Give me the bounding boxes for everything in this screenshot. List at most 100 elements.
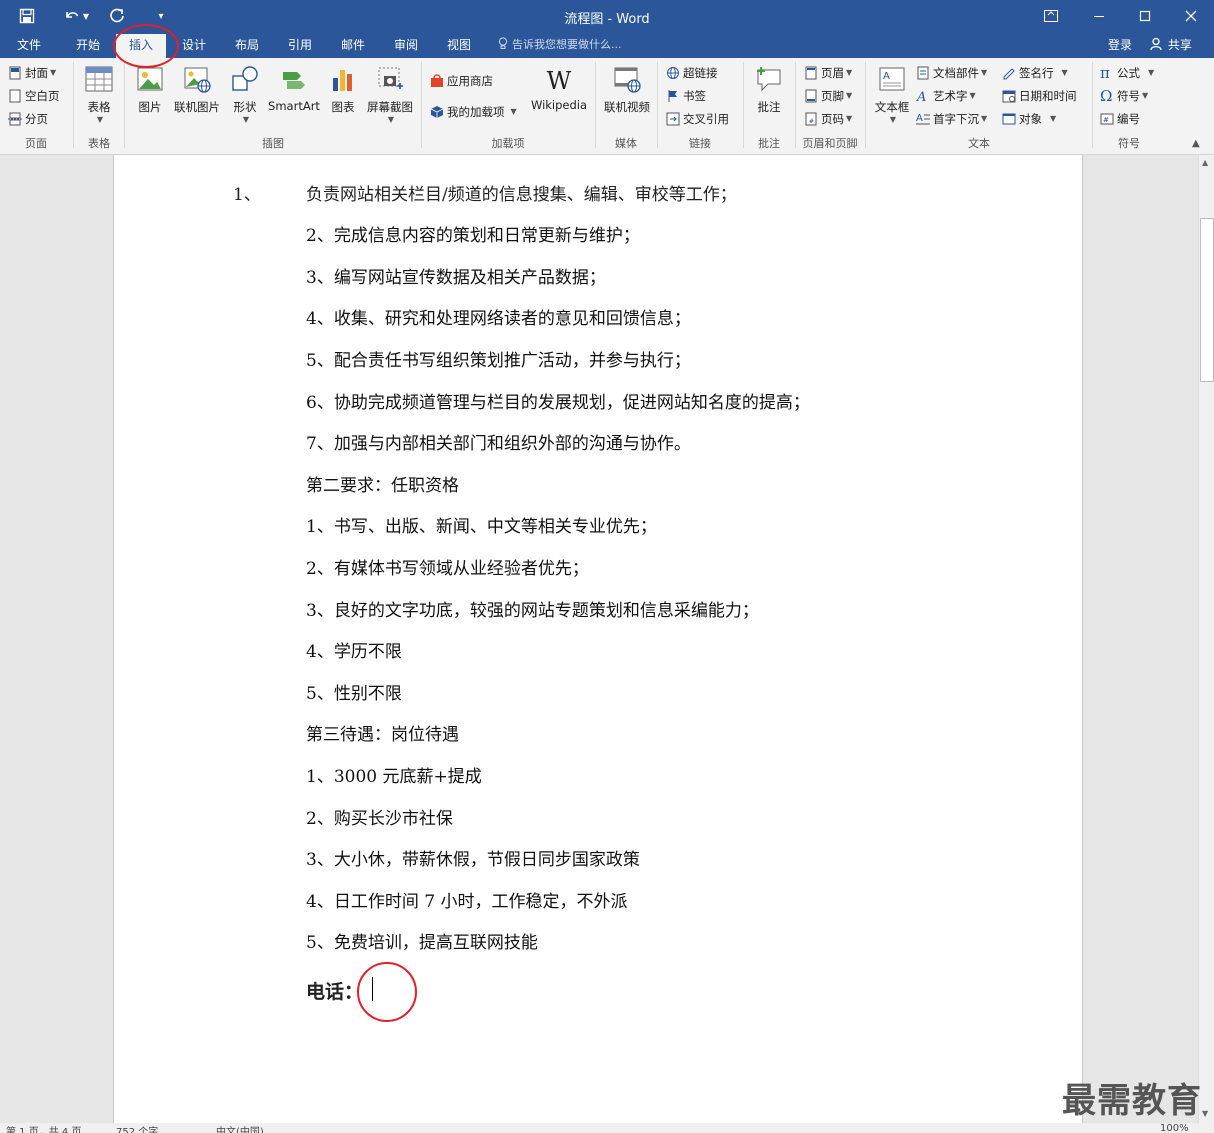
maximize-icon[interactable] <box>1122 0 1168 32</box>
document-line: 4、收集、研究和处理网络读者的意见和回馈信息； <box>306 309 691 329</box>
online-video-icon <box>600 64 654 97</box>
document-line: 5、性别不限 <box>306 684 402 704</box>
new-comment-button[interactable]: 批注 <box>748 64 790 115</box>
language-indicator[interactable]: 中文(中国) <box>216 1123 264 1133</box>
header-button[interactable]: 页眉 ▼ <box>804 63 852 83</box>
zoom-level[interactable]: 100% <box>1160 1123 1189 1133</box>
group-label-illustrations: 插图 <box>262 137 284 150</box>
hyperlink-icon <box>666 66 680 80</box>
screenshot-icon <box>362 64 418 97</box>
hyperlink-button[interactable]: 超链接 <box>666 63 718 83</box>
ribbon: 封面 ▼ 空白页 分页 页面 表格 ▼ 表格 图片 联机图片 形状 ▼ Smart… <box>0 58 1214 155</box>
date-time-button[interactable]: 日期和时间 <box>1002 86 1077 106</box>
signature-line-icon <box>1002 66 1016 80</box>
collapse-ribbon-icon[interactable]: ▲ <box>1192 138 1200 149</box>
text-box-button[interactable]: A 文本框 ▼ <box>870 64 914 124</box>
blank-page-button[interactable]: 空白页 <box>8 86 60 106</box>
pictures-button[interactable]: 图片 <box>132 64 168 115</box>
ribbon-display-icon[interactable] <box>1028 0 1074 32</box>
group-label-symbols: 符号 <box>1118 137 1140 150</box>
drop-cap-button[interactable]: A 首字下沉 ▼ <box>916 109 987 129</box>
document-line: 2、完成信息内容的策划和日常更新与维护； <box>306 226 640 246</box>
page-count[interactable]: 第 1 页，共 4 页 <box>6 1123 81 1133</box>
document-line: 5、配合责任书写组织策划推广活动，并参与执行； <box>306 351 691 371</box>
calendar-icon <box>1002 89 1016 103</box>
share-button[interactable]: 共享 <box>1150 32 1192 58</box>
page-number-button[interactable]: # 页码 ▼ <box>804 109 852 129</box>
document-line: 3、大小休，带薪休假，节假日同步国家政策 <box>306 850 640 870</box>
chart-button[interactable]: 图表 <box>326 64 360 115</box>
footer-icon <box>804 89 818 103</box>
scroll-up-icon[interactable]: ▲ <box>1202 158 1208 167</box>
tab-file[interactable]: 文件 <box>8 32 50 58</box>
online-video-button[interactable]: 联机视频 <box>600 64 654 115</box>
word-count[interactable]: 752 个字 <box>116 1123 158 1133</box>
group-label-header-footer: 页眉和页脚 <box>802 137 858 150</box>
symbol-button[interactable]: Ω 符号 ▼ <box>1100 86 1148 106</box>
ribbon-tab-row: 文件 开始 插入 设计 布局 引用 邮件 审阅 视图 告诉我您想要做什么... … <box>0 32 1214 58</box>
svg-text:#: # <box>809 118 814 125</box>
document-line: 3、良好的文字功底，较强的网站专题策划和信息采编能力； <box>306 601 759 621</box>
object-button[interactable]: 对象 ▼ <box>1002 109 1056 129</box>
minimize-icon[interactable] <box>1076 0 1122 32</box>
group-label-text: 文本 <box>968 137 990 150</box>
cover-page-button[interactable]: 封面 ▼ <box>8 63 56 83</box>
table-button[interactable]: 表格 ▼ <box>80 64 118 124</box>
page-number-icon: # <box>804 112 818 126</box>
text-box-icon: A <box>870 64 914 97</box>
picture-icon <box>132 64 168 97</box>
page-break-icon <box>8 112 22 126</box>
pi-icon: π <box>1100 64 1110 82</box>
online-pictures-button[interactable]: 联机图片 <box>170 64 224 115</box>
wikipedia-icon: W <box>546 67 572 95</box>
online-picture-icon <box>170 64 224 97</box>
document-line: 7、加强与内部相关部门和组织外部的沟通与协作。 <box>306 434 691 454</box>
svg-text:A: A <box>916 113 923 124</box>
document-line: 4、学历不限 <box>306 642 402 662</box>
tab-home[interactable]: 开始 <box>66 32 110 58</box>
document-line: 第二要求：任职资格 <box>306 476 459 496</box>
page-break-button[interactable]: 分页 <box>8 109 48 129</box>
annotation-circle <box>113 24 179 68</box>
tab-layout[interactable]: 布局 <box>225 32 269 58</box>
screenshot-button[interactable]: 屏幕截图 ▼ <box>362 64 418 124</box>
document-line: 3、编写网站宣传数据及相关产品数据； <box>306 268 606 288</box>
tab-review[interactable]: 审阅 <box>384 32 428 58</box>
store-icon <box>430 74 444 88</box>
watermark-logo: 最需教育 <box>1062 1081 1202 1121</box>
document-line: 5、免费培训，提高互联网技能 <box>306 933 538 953</box>
wordart-button[interactable]: A 艺术字 ▼ <box>916 86 976 106</box>
scrollbar-thumb[interactable] <box>1200 218 1214 382</box>
phone-label: 电话： <box>306 981 364 1003</box>
smartart-button[interactable]: SmartArt <box>266 64 322 113</box>
tab-mailings[interactable]: 邮件 <box>331 32 375 58</box>
omega-icon: Ω <box>1100 87 1113 105</box>
footer-button[interactable]: 页脚 ▼ <box>804 86 852 106</box>
wikipedia-button[interactable]: W Wikipedia <box>528 66 590 112</box>
my-addins-button[interactable]: 我的加载项 ▼ <box>430 102 517 122</box>
table-icon <box>80 64 118 97</box>
tab-view[interactable]: 视图 <box>437 32 481 58</box>
shapes-button[interactable]: 形状 ▼ <box>226 64 264 124</box>
cross-reference-button[interactable]: 交叉引用 <box>666 109 729 129</box>
document-page[interactable]: 1、 负责网站相关栏目/频道的信息搜集、编辑、审校等工作； 2、完成信息内容的策… <box>113 155 1083 1123</box>
store-button[interactable]: 应用商店 <box>430 71 493 91</box>
annotation-circle <box>357 962 417 1022</box>
quick-parts-button[interactable]: 文档部件 ▼ <box>916 63 987 83</box>
drop-cap-icon: A <box>916 112 930 126</box>
close-icon[interactable] <box>1168 0 1214 32</box>
group-label-media: 媒体 <box>615 137 637 150</box>
document-line: 负责网站相关栏目/频道的信息搜集、编辑、审校等工作； <box>306 185 737 205</box>
equation-button[interactable]: π 公式 ▼ <box>1100 63 1154 83</box>
number-button[interactable]: # 编号 <box>1100 109 1140 129</box>
shapes-icon <box>226 64 264 97</box>
my-addins-icon <box>430 105 444 119</box>
login-button[interactable]: 登录 <box>1108 32 1132 58</box>
svg-text:A: A <box>916 90 926 103</box>
scroll-down-icon[interactable]: ▼ <box>1202 1109 1208 1118</box>
tell-me-search[interactable]: 告诉我您想要做什么... <box>498 32 622 58</box>
header-icon <box>804 66 818 80</box>
signature-line-button[interactable]: 签名行 ▼ <box>1002 63 1068 83</box>
bookmark-button[interactable]: 书签 <box>666 86 706 106</box>
tab-references[interactable]: 引用 <box>278 32 322 58</box>
